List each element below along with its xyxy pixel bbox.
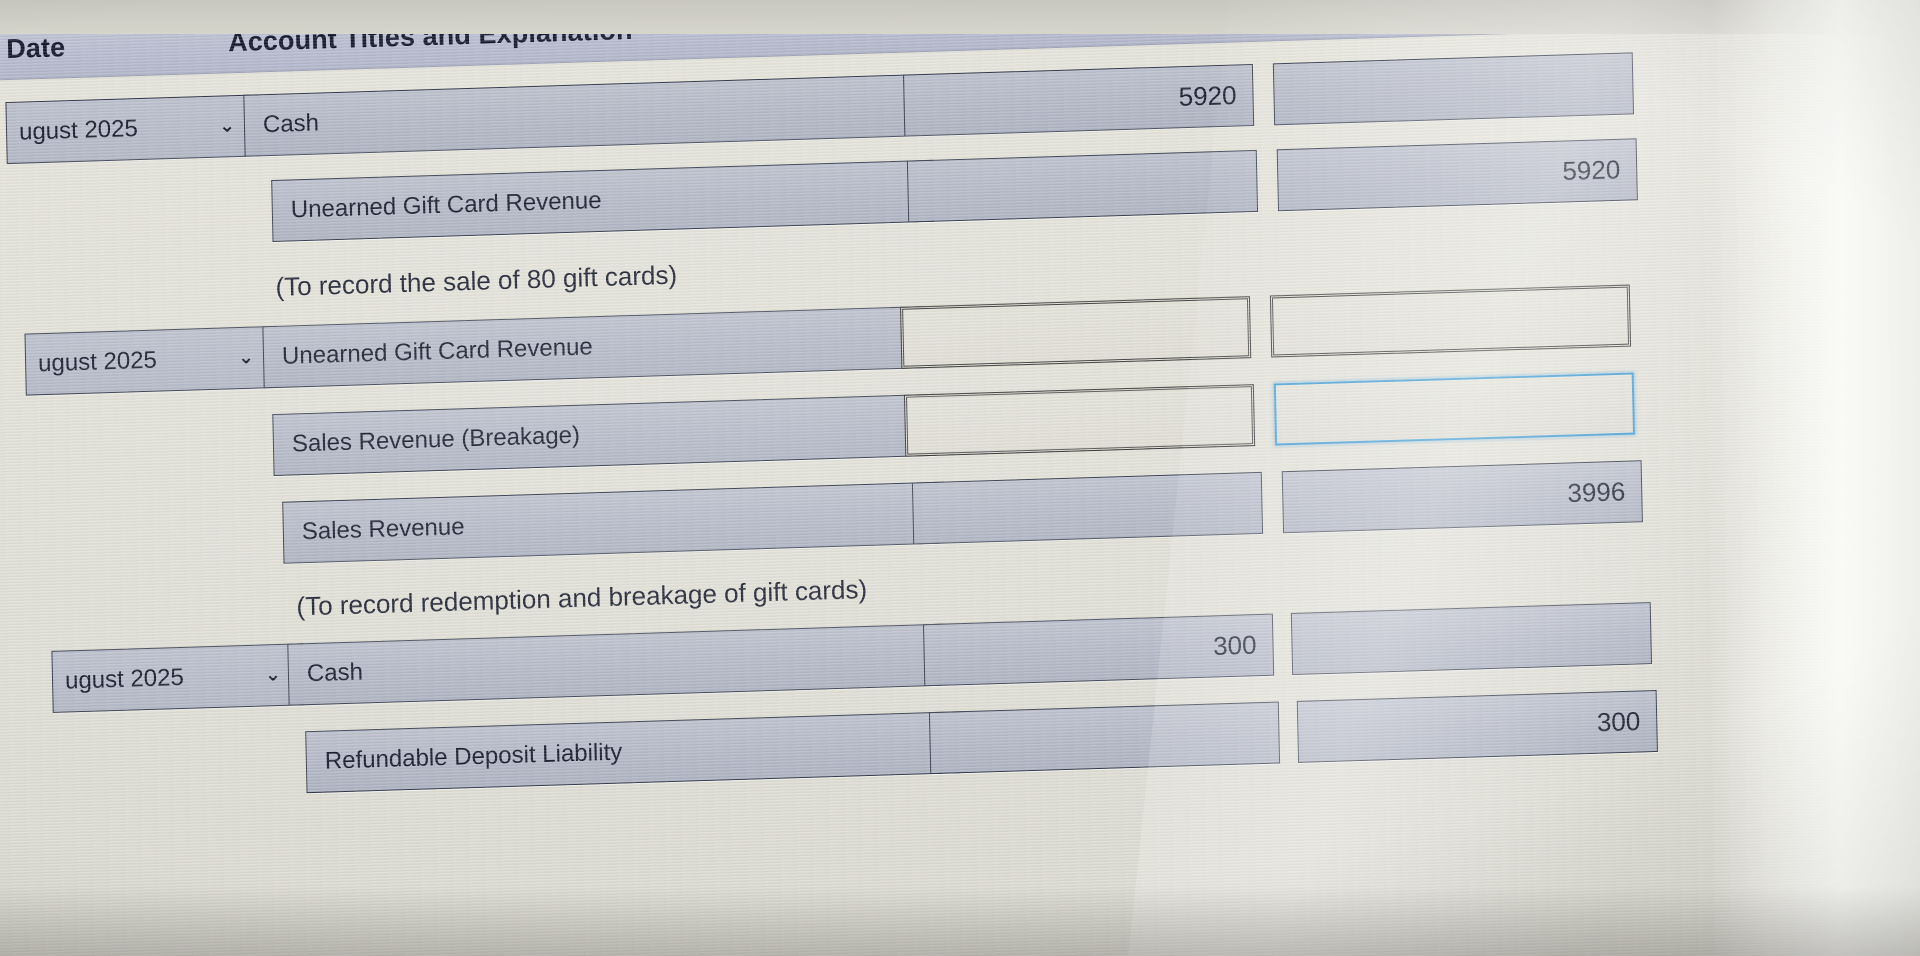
debit-value: 300 [1212, 629, 1257, 661]
credit-value: 3996 [1567, 476, 1626, 509]
account-value: Unearned Gift Card Revenue [290, 186, 602, 224]
account-select-entry-2-line-1[interactable]: Unearned Gift Card Revenue [262, 306, 926, 389]
account-select-entry-1-line-2[interactable]: Unearned Gift Card Revenue [271, 159, 935, 242]
date-select-entry-3[interactable]: ugust 2025 ⌄ [51, 643, 305, 713]
account-select-entry-2-line-3[interactable]: Sales Revenue [282, 481, 946, 564]
credit-input-entry-2-line-1[interactable] [1269, 284, 1632, 358]
credit-input-entry-2-line-3[interactable]: 3996 [1281, 460, 1643, 534]
date-select-entry-2[interactable]: ugust 2025 ⌄ [24, 325, 278, 396]
account-value: Cash [262, 109, 320, 139]
account-value: Sales Revenue [301, 513, 465, 546]
account-value: Cash [306, 658, 364, 688]
account-value: Sales Revenue (Breakage) [291, 421, 581, 458]
chevron-down-icon: ⌄ [264, 664, 282, 686]
credit-value: 300 [1596, 705, 1641, 738]
column-header-debit: Debit [1146, 0, 1216, 30]
debit-value: 5920 [1178, 79, 1237, 112]
account-select-entry-3-line-2[interactable]: Refundable Deposit Liability [305, 710, 969, 794]
credit-input-entry-1-line-2[interactable]: 5920 [1276, 138, 1638, 212]
debit-input-entry-3-line-1[interactable]: 300 [922, 613, 1275, 687]
debit-input-entry-2-line-1[interactable] [900, 296, 1252, 369]
credit-input-entry-3-line-2[interactable]: 300 [1296, 689, 1658, 763]
account-value: Unearned Gift Card Revenue [281, 333, 594, 370]
credit-input-entry-2-line-2[interactable] [1273, 372, 1635, 446]
credit-input-entry-1-line-1[interactable] [1272, 52, 1635, 126]
date-select-value: ugust 2025 [64, 663, 185, 695]
column-header-date: Date [5, 32, 66, 65]
debit-input-entry-2-line-3[interactable] [911, 471, 1264, 545]
chevron-down-icon: ⌄ [218, 115, 236, 138]
column-header-credit: Credit [1548, 0, 1628, 17]
credit-value: 5920 [1562, 154, 1621, 187]
entry-explanation-1: (To record the sale of 80 gift cards) [275, 259, 678, 302]
account-select-entry-3-line-1[interactable]: Cash [287, 623, 951, 706]
entry-explanation-2: (To record redemption and breakage of gi… [296, 573, 868, 622]
chevron-down-icon: ⌄ [237, 347, 255, 369]
column-header-account: Account Titles and Explanation [227, 14, 633, 58]
monitor-photo: Date Account Titles and Explanation Debi… [0, 0, 1920, 956]
debit-input-entry-1-line-2[interactable] [906, 149, 1259, 223]
account-select-entry-2-line-2[interactable]: Sales Revenue (Breakage) [272, 393, 936, 477]
screen-surface: Date Account Titles and Explanation Debi… [0, 0, 1903, 956]
date-select-value: ugust 2025 [18, 115, 139, 146]
account-value: Refundable Deposit Liability [324, 738, 623, 775]
debit-input-entry-1-line-1[interactable]: 5920 [902, 63, 1255, 137]
credit-input-entry-3-line-1[interactable] [1290, 602, 1653, 676]
account-select-entry-1-line-1[interactable]: Cash [243, 74, 907, 157]
date-select-entry-1[interactable]: ugust 2025 ⌄ [5, 94, 259, 165]
debit-input-entry-3-line-2[interactable] [928, 701, 1281, 775]
date-select-value: ugust 2025 [37, 346, 158, 378]
debit-input-entry-2-line-2[interactable] [903, 384, 1256, 457]
